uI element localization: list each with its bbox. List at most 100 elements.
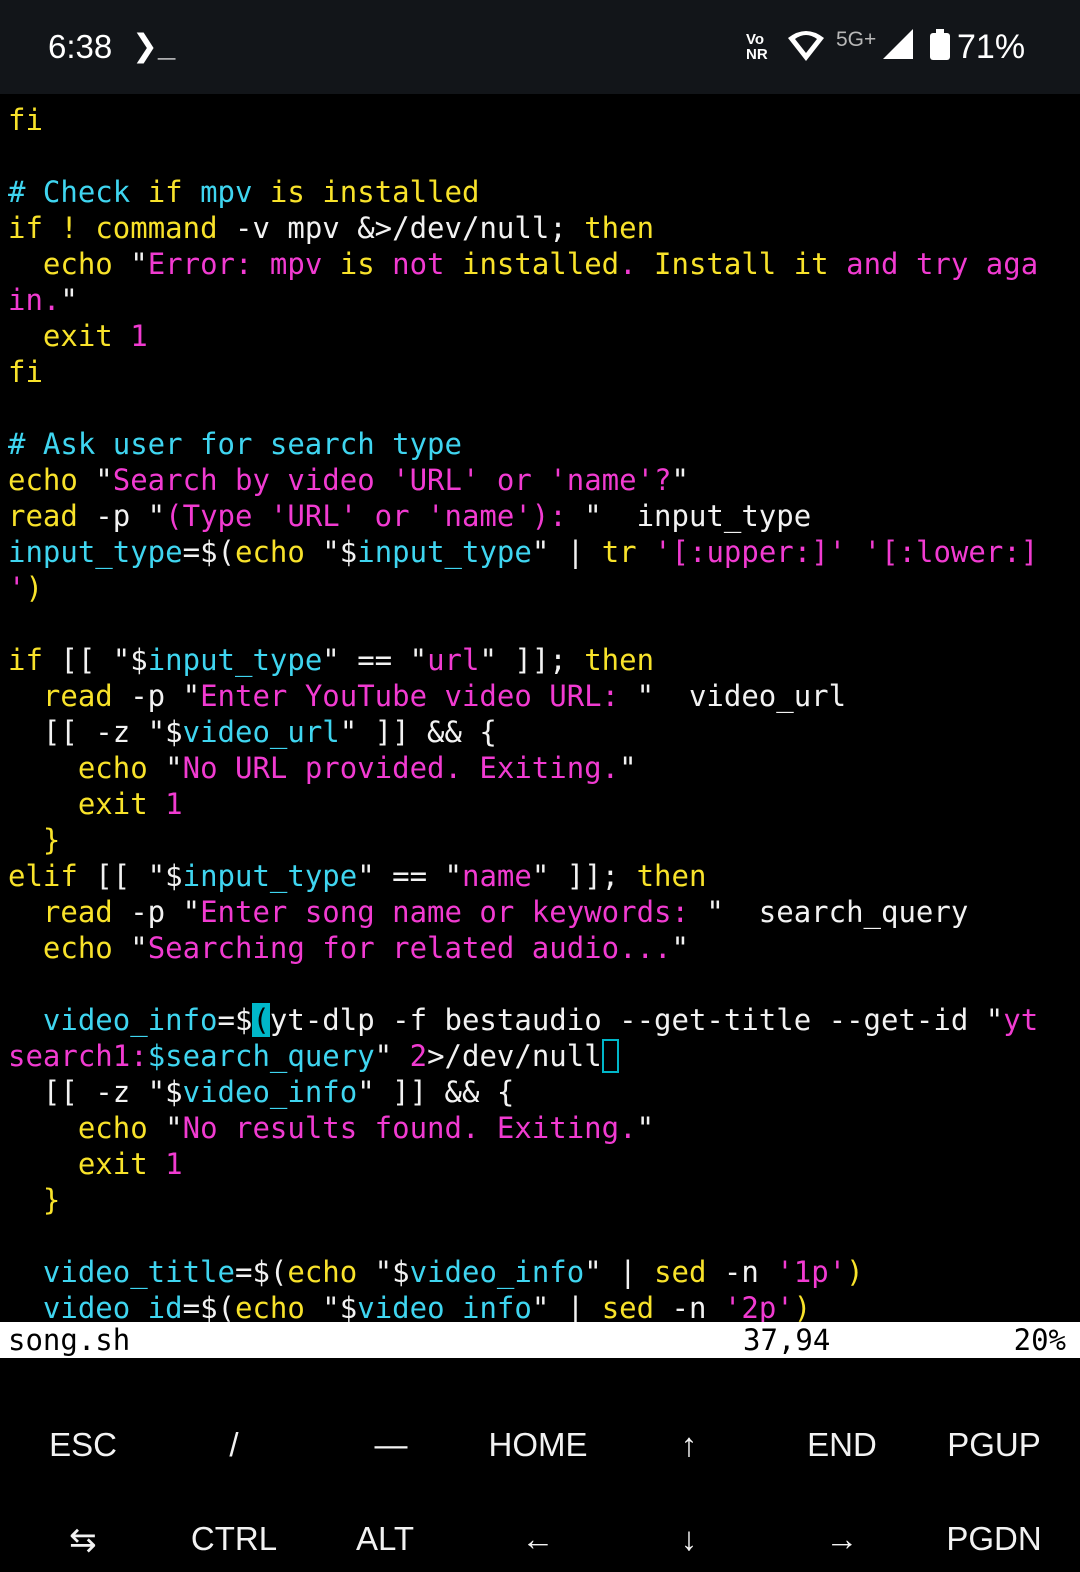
code-token: } <box>8 1183 61 1217</box>
ctrl-key[interactable]: CTRL <box>157 1504 311 1572</box>
vim-editor-buffer[interactable]: fi # Check if mpv is installed if ! comman… <box>0 102 1080 1326</box>
code-token: echo <box>235 1291 305 1325</box>
code-token: [[ "$ <box>77 859 183 893</box>
code-token: echo <box>42 931 113 965</box>
code-line[interactable]: echo "No results found. Exiting." <box>0 1110 1080 1146</box>
arrow-up-key[interactable]: ↑ <box>612 1410 766 1480</box>
code-token: in. <box>8 283 61 317</box>
code-line[interactable]: video_id=$(echo "$video_info" | sed -n '… <box>0 1290 1080 1326</box>
code-line[interactable]: exit 1 <box>0 318 1080 354</box>
code-line[interactable]: [[ -z "$video_info" ]] && { <box>0 1074 1080 1110</box>
dash-key[interactable]: — <box>314 1410 468 1480</box>
code-token: [[ -z "$ <box>8 715 183 749</box>
code-line[interactable]: in." <box>0 282 1080 318</box>
code-line[interactable] <box>0 138 1080 174</box>
code-token: echo <box>77 1111 148 1145</box>
code-line[interactable]: elif [[ "$input_type" == "name" ]]; then <box>0 858 1080 894</box>
code-line[interactable]: video_info=$(yt-dlp -f bestaudio --get-t… <box>0 1002 1080 1038</box>
end-key[interactable]: END <box>765 1410 919 1480</box>
code-token: " <box>374 1039 410 1073</box>
code-line[interactable]: exit 1 <box>0 786 1080 822</box>
code-token: 1 <box>147 1147 183 1181</box>
vim-status-line: song.sh 37,94 20% <box>0 1322 1080 1358</box>
code-line[interactable]: read -p "Enter YouTube video URL: " vide… <box>0 678 1080 714</box>
code-token: " | <box>531 535 602 569</box>
code-line[interactable] <box>0 966 1080 1002</box>
arrow-left-key[interactable]: ← <box>461 1504 615 1572</box>
code-token: input_type <box>147 643 323 677</box>
pgup-key[interactable]: PGUP <box>917 1410 1071 1480</box>
code-line[interactable]: if [[ "$input_type" == "url" ]]; then <box>0 642 1080 678</box>
code-line[interactable]: } <box>0 822 1080 858</box>
code-token: " <box>60 283 78 317</box>
code-line[interactable]: read -p "(Type 'URL' or 'name'): " input… <box>0 498 1080 534</box>
code-token: ) <box>846 1255 864 1289</box>
code-line[interactable]: read -p "Enter song name or keywords: " … <box>0 894 1080 930</box>
alt-key[interactable]: ALT <box>308 1504 462 1572</box>
home-key[interactable]: HOME <box>461 1410 615 1480</box>
code-token: Install it <box>654 247 829 281</box>
code-line[interactable]: search1:$search_query" 2>/dev/null) <box>0 1038 1080 1074</box>
code-line[interactable]: } <box>0 1182 1080 1218</box>
code-token: =$( <box>182 1291 235 1325</box>
code-token: Enter YouTube video URL: <box>200 679 637 713</box>
code-line[interactable]: echo "Searching for related audio..." <box>0 930 1080 966</box>
code-token: Search by video <box>112 463 393 497</box>
slash-key[interactable]: / <box>157 1410 311 1480</box>
code-line[interactable] <box>0 1218 1080 1254</box>
code-line[interactable] <box>0 606 1080 642</box>
code-token: " <box>584 499 602 533</box>
code-line[interactable]: ') <box>0 570 1080 606</box>
code-line[interactable]: if ! command -v mpv &>/dev/null; then <box>0 210 1080 246</box>
code-line[interactable]: fi <box>0 102 1080 138</box>
code-token: [[ "$ <box>42 643 148 677</box>
code-line[interactable]: # Ask user for search type <box>0 426 1080 462</box>
code-token: video_info <box>182 1075 358 1109</box>
code-line[interactable]: # Check if mpv is installed <box>0 174 1080 210</box>
code-token: Enter song name or keywords: <box>200 895 707 929</box>
wifi-icon <box>787 28 825 67</box>
code-line[interactable] <box>0 390 1080 426</box>
code-line[interactable]: [[ -z "$video_url" ]] && { <box>0 714 1080 750</box>
code-token: "$ <box>304 1291 358 1325</box>
arrow-down-key[interactable]: ↓ <box>612 1504 766 1572</box>
code-line[interactable]: echo "No URL provided. Exiting." <box>0 750 1080 786</box>
code-token: read <box>8 499 78 533</box>
code-token: read <box>42 895 113 929</box>
code-token: exit <box>77 1147 148 1181</box>
code-token: "$ <box>304 535 358 569</box>
code-line[interactable]: exit 1 <box>0 1146 1080 1182</box>
code-token: " == " <box>357 859 462 893</box>
code-line[interactable]: fi <box>0 354 1080 390</box>
code-token: installed <box>461 247 620 281</box>
code-token: '1p' <box>776 1255 847 1289</box>
code-token: read <box>42 679 113 713</box>
code-token: -p " <box>112 679 201 713</box>
code-token: } <box>8 823 61 857</box>
code-token: input_type <box>601 499 812 533</box>
code-token: ' <box>8 571 26 605</box>
esc-key[interactable]: ESC <box>6 1410 160 1480</box>
code-line[interactable]: echo "Error: mpv is not installed. Insta… <box>0 246 1080 282</box>
code-token: "$ <box>357 1255 410 1289</box>
pgdn-key[interactable]: PGDN <box>917 1504 1071 1572</box>
code-token: " | <box>531 1291 602 1325</box>
code-token: =$( <box>182 535 235 569</box>
code-line[interactable]: video_title=$(echo "$video_info" | sed -… <box>0 1254 1080 1290</box>
code-token: 'URL' <box>392 463 480 497</box>
code-token: " | <box>584 1255 655 1289</box>
code-token: yt <box>1003 1003 1039 1037</box>
battery-percent: 71% <box>957 28 1026 66</box>
code-token: " <box>112 247 148 281</box>
tab-key[interactable]: ⇆ <box>6 1504 160 1572</box>
code-token: search1: <box>8 1039 148 1073</box>
code-token: " video_url <box>636 679 847 713</box>
code-line[interactable]: input_type=$(echo "$input_type" | tr '[:… <box>0 534 1080 570</box>
code-token: exit <box>77 787 148 821</box>
arrow-right-key[interactable]: → <box>765 1504 919 1572</box>
code-line[interactable]: echo "Search by video 'URL' or 'name'?" <box>0 462 1080 498</box>
battery-icon <box>930 29 950 60</box>
